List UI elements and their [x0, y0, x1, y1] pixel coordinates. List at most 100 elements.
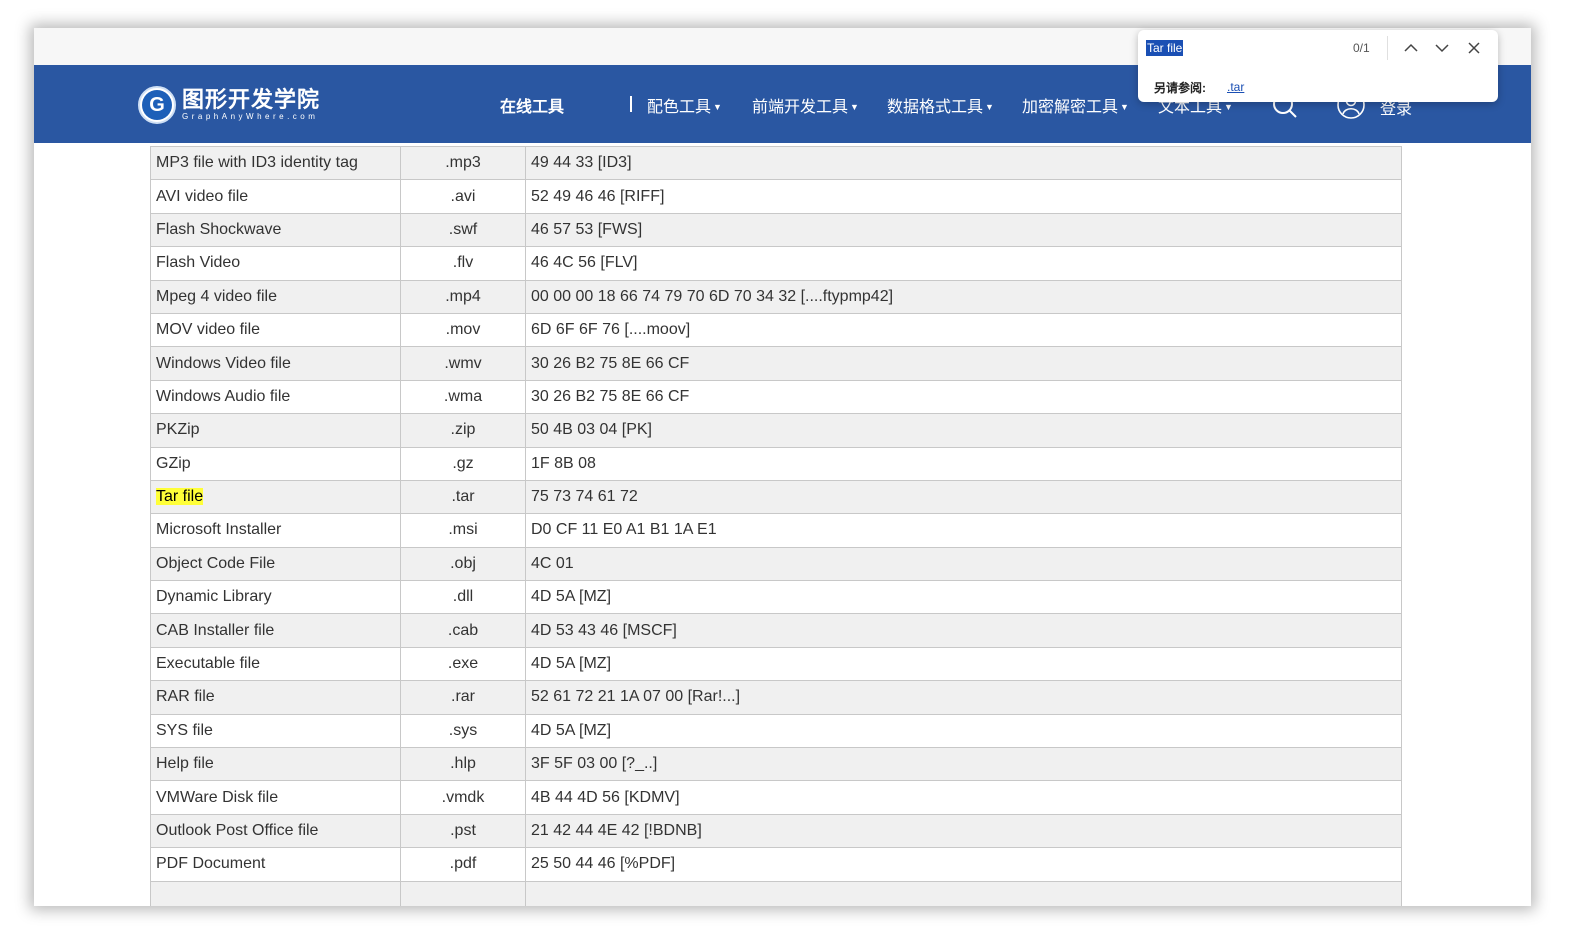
nav-item-label: 前端开发工具: [752, 99, 849, 116]
extension-cell: .gz: [400, 446, 526, 481]
table-row: Windows Video file .wmv 30 26 B2 75 8E 66 …: [150, 346, 1402, 381]
extension-cell: .pst: [400, 813, 526, 849]
extension-cell: .mov: [400, 312, 526, 348]
file-type-cell: MOV video file: [150, 312, 401, 348]
close-icon[interactable]: [1463, 38, 1485, 58]
cell-text: Dynamic Library: [156, 588, 272, 606]
cell-text: SYS file: [156, 721, 213, 739]
cell-text: .flv: [452, 254, 474, 272]
cell-text: .sys: [448, 721, 478, 739]
cell-text: PKZip: [156, 421, 200, 439]
nav-item-label: 数据格式工具: [887, 99, 984, 116]
table-row: MP3 file with ID3 identity tag .mp3 49 44 …: [150, 145, 1402, 181]
signature-cell: 25 50 44 46 [%PDF]: [525, 847, 1402, 882]
browser-window: G 图形开发学院 GraphAnyWhere.com 在线工具 配色工具 ▼ 前端…: [34, 28, 1531, 906]
table-row: Outlook Post Office file .pst 21 42 44 4E …: [150, 813, 1402, 849]
cell-text: 52 61 72 21 1A 07 00 [Rar!...]: [531, 688, 741, 706]
file-type-cell: Object Code File: [150, 546, 401, 582]
nav-color-tools[interactable]: 配色工具 ▼: [647, 93, 722, 117]
cell-text: .avi: [450, 187, 476, 205]
signature-cell: 00 00 00 18 66 74 79 70 6D 70 34 32 [...…: [525, 279, 1402, 314]
cell-text: 50 4B 03 04 [PK]: [531, 421, 652, 439]
file-type-cell: VMWare Disk file: [150, 780, 401, 815]
see-also-link[interactable]: .tar: [1227, 80, 1244, 94]
cell-text: MOV video file: [156, 321, 261, 339]
table-row: GZip .gz 1F 8B 08: [150, 446, 1402, 481]
signature-cell: 3F 5F 03 00 [?_..]: [525, 747, 1402, 782]
extension-cell: .swf: [400, 212, 526, 248]
cell-text: Mpeg 4 video file: [156, 287, 277, 305]
cell-text: 1F 8B 08: [531, 454, 596, 472]
file-type-cell: SYS file: [150, 713, 401, 749]
table-row: Dynamic Library .dll 4D 5A [MZ]: [150, 580, 1402, 615]
table-row: Executable file .exe 4D 5A [MZ]: [150, 646, 1402, 682]
cell-text: 4D 5A [MZ]: [531, 655, 612, 673]
caret-down-icon: ▼: [1120, 102, 1129, 112]
caret-down-icon: ▼: [850, 102, 859, 112]
cell-text: 4D 5A [MZ]: [531, 721, 612, 739]
cell-text: 30 26 B2 75 8E 66 CF: [531, 354, 690, 372]
caret-down-icon: ▼: [713, 102, 722, 112]
extension-cell: .cab: [400, 613, 526, 648]
signature-cell: 30 26 B2 75 8E 66 CF: [525, 379, 1402, 415]
file-type-cell: MP3 file with ID3 identity tag: [150, 145, 401, 181]
cell-text: 52 49 46 46 [RIFF]: [531, 187, 665, 205]
cell-text: .dll: [452, 588, 474, 606]
cell-text: .swf: [448, 220, 478, 238]
file-type-cell: PDF Document: [150, 847, 401, 882]
extension-cell: .exe: [400, 646, 526, 682]
signature-cell: D0 CF 11 E0 A1 B1 1A E1: [525, 513, 1402, 548]
page-content: MP3 file with ID3 identity tag .mp3 49 44 …: [34, 143, 1531, 906]
file-signature-table: MP3 file with ID3 identity tag .mp3 49 44 …: [150, 145, 1402, 906]
file-type-cell: Flash Shockwave: [150, 212, 401, 248]
cell-text: AVI video file: [156, 187, 249, 205]
cell-text: .mov: [445, 321, 481, 339]
cell-text: .exe: [447, 655, 479, 673]
chevron-up-icon[interactable]: [1400, 38, 1422, 58]
cell-text: Object Code File: [156, 554, 276, 572]
extension-cell: .obj: [400, 546, 526, 582]
find-highlight: Tar file: [156, 488, 204, 506]
extension-cell: [400, 880, 526, 906]
cell-text: CAB Installer file: [156, 621, 275, 639]
table-row: AVI video file .avi 52 49 46 46 [RIFF]: [150, 179, 1402, 214]
signature-cell: 21 42 44 4E 42 [!BDNB]: [525, 813, 1402, 849]
table-row: PDF Document .pdf 25 50 44 46 [%PDF]: [150, 847, 1402, 882]
caret-down-icon: ▼: [1224, 102, 1233, 112]
nav-online-tools[interactable]: 在线工具: [500, 93, 564, 117]
cell-text: 4D 5A [MZ]: [531, 588, 612, 606]
nav-data-format-tools[interactable]: 数据格式工具 ▼: [887, 93, 994, 117]
nav-frontend-tools[interactable]: 前端开发工具 ▼: [752, 93, 859, 117]
logo-icon: G: [138, 86, 176, 124]
extension-cell: .pdf: [400, 847, 526, 882]
find-input[interactable]: Tar file: [1146, 40, 1184, 56]
extension-cell: .flv: [400, 246, 526, 281]
signature-cell: 1F 8B 08: [525, 446, 1402, 481]
cell-text: 6D 6F 6F 76 [....moov]: [531, 321, 691, 339]
table-row: MOV video file .mov 6D 6F 6F 76 [....moov]: [150, 312, 1402, 348]
cell-text: 3F 5F 03 00 [?_..]: [531, 755, 658, 773]
file-type-cell: Flash Video: [150, 246, 401, 281]
find-divider: [1387, 36, 1388, 60]
cell-text: .cab: [447, 621, 479, 639]
cell-text: 25 50 44 46 [%PDF]: [531, 855, 676, 873]
table-row: PKZip .zip 50 4B 03 04 [PK]: [150, 413, 1402, 448]
table-row: CAB Installer file .cab 4D 53 43 46 [MSCF]: [150, 613, 1402, 648]
cell-text: Windows Audio file: [156, 387, 291, 405]
cell-text: .zip: [450, 421, 476, 439]
chevron-down-icon[interactable]: [1431, 38, 1453, 58]
cell-text: 4C 01: [531, 554, 574, 572]
file-type-cell: Tar file: [150, 479, 401, 515]
signature-cell: 46 57 53 [FWS]: [525, 212, 1402, 248]
file-type-cell: Mpeg 4 video file: [150, 279, 401, 314]
file-type-cell: Help file: [150, 747, 401, 782]
site-logo[interactable]: G 图形开发学院 GraphAnyWhere.com: [138, 84, 320, 126]
cell-text: .mp4: [445, 287, 481, 305]
cell-text: 30 26 B2 75 8E 66 CF: [531, 387, 690, 405]
signature-cell: 6D 6F 6F 76 [....moov]: [525, 312, 1402, 348]
signature-cell: 52 49 46 46 [RIFF]: [525, 179, 1402, 214]
file-type-cell: CAB Installer file: [150, 613, 401, 648]
cell-text: Flash Video: [156, 254, 241, 272]
nav-crypto-tools[interactable]: 加密解密工具 ▼: [1022, 93, 1129, 117]
cell-text: 21 42 44 4E 42 [!BDNB]: [531, 822, 702, 839]
